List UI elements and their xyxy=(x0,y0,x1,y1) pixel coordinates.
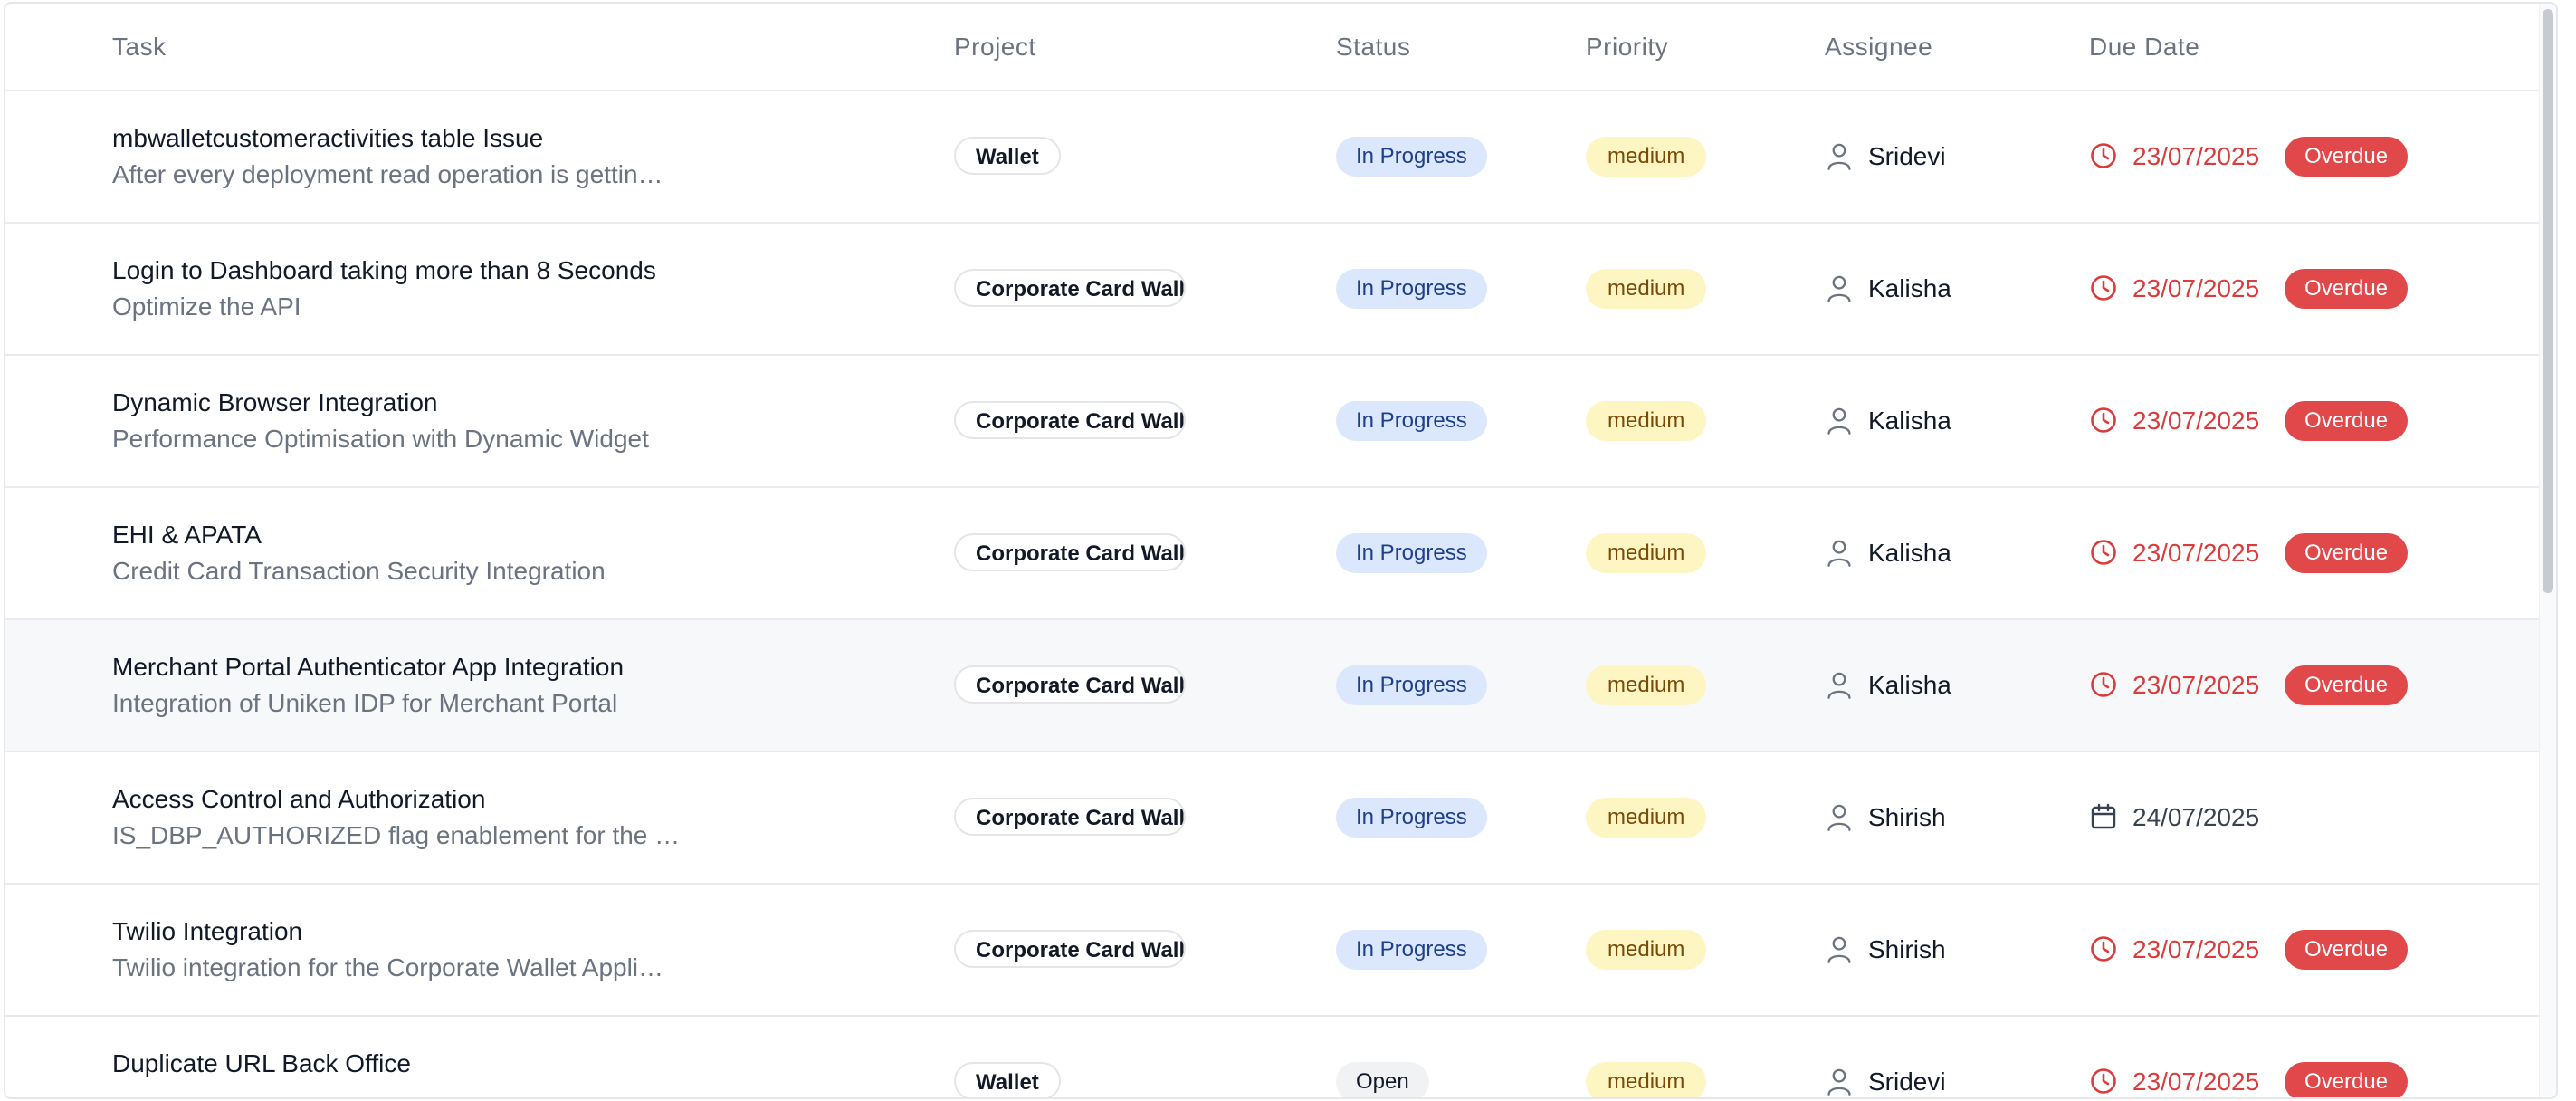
table-row[interactable]: Login to Dashboard taking more than 8 Se… xyxy=(5,224,2540,356)
user-icon xyxy=(1827,936,1851,963)
clock-icon xyxy=(2091,407,2116,433)
due-date: 23/07/2025 xyxy=(2132,539,2260,567)
table-row[interactable]: EHI & APATA Credit Card Transaction Secu… xyxy=(5,488,2540,620)
due-date: 24/07/2025 xyxy=(2132,803,2260,831)
project-tag: Corporate Card Wallet xyxy=(954,533,1186,571)
priority-badge: medium xyxy=(1586,533,1707,573)
column-header-assignee[interactable]: Assignee xyxy=(1825,33,1932,62)
scrollbar-thumb[interactable] xyxy=(2543,9,2553,593)
user-icon xyxy=(1827,407,1851,435)
overdue-badge: Overdue xyxy=(2285,665,2409,705)
column-header-priority[interactable]: Priority xyxy=(1586,33,1668,62)
status-badge: In Progress xyxy=(1336,930,1487,970)
assignee-name: Shirish xyxy=(1868,935,1946,963)
priority-badge: medium xyxy=(1586,137,1707,177)
project-tag: Corporate Card Wallet xyxy=(954,665,1186,704)
due-date: 23/07/2025 xyxy=(2132,407,2260,435)
priority-badge: medium xyxy=(1586,798,1707,838)
priority-badge: medium xyxy=(1586,665,1707,705)
status-badge: In Progress xyxy=(1336,665,1487,705)
clock-icon xyxy=(2091,143,2116,168)
overdue-badge: Overdue xyxy=(2285,533,2409,573)
clock-icon xyxy=(2091,275,2116,301)
task-description: Integration of Uniken IDP for Merchant P… xyxy=(112,689,618,717)
task-title[interactable]: EHI & APATA xyxy=(112,521,262,550)
status-badge: In Progress xyxy=(1336,269,1487,309)
overdue-badge: Overdue xyxy=(2285,401,2409,441)
due-date: 23/07/2025 xyxy=(2132,274,2260,302)
user-icon xyxy=(1827,804,1851,831)
project-tag: Corporate Card Wallet xyxy=(954,798,1186,836)
due-date: 23/07/2025 xyxy=(2132,671,2260,699)
clock-icon xyxy=(2091,1068,2116,1094)
status-badge: In Progress xyxy=(1336,798,1487,838)
priority-badge: medium xyxy=(1586,1062,1707,1097)
status-badge: In Progress xyxy=(1336,533,1487,573)
project-tag: Corporate Card Wallet xyxy=(954,269,1186,307)
table-row[interactable]: Dynamic Browser Integration Performance … xyxy=(5,356,2540,488)
task-table: Task Project Status Priority Assignee Du… xyxy=(5,4,2540,1097)
assignee-name: Kalisha xyxy=(1868,539,1951,567)
task-description: After every deployment read operation is… xyxy=(112,160,663,188)
user-icon xyxy=(1827,1068,1851,1096)
column-header-due-date[interactable]: Due Date xyxy=(2089,33,2199,62)
table-row[interactable]: Merchant Portal Authenticator App Integr… xyxy=(5,620,2540,752)
column-header-task[interactable]: Task xyxy=(112,33,167,62)
clock-icon xyxy=(2091,672,2116,697)
project-tag: Corporate Card Wallet xyxy=(954,930,1186,968)
assignee-name: Kalisha xyxy=(1868,274,1951,302)
assignee-name: Shirish xyxy=(1868,803,1946,831)
clock-icon xyxy=(2091,540,2116,565)
project-tag: Wallet xyxy=(954,1062,1061,1097)
task-title[interactable]: Duplicate URL Back Office xyxy=(112,1049,411,1078)
priority-badge: medium xyxy=(1586,930,1707,970)
overdue-badge: Overdue xyxy=(2285,269,2409,309)
assignee-name: Kalisha xyxy=(1868,407,1951,435)
table-row[interactable]: Duplicate URL Back Office Wallet Open me… xyxy=(5,1017,2540,1097)
status-badge: In Progress xyxy=(1336,137,1487,177)
project-tag: Corporate Card Wallet xyxy=(954,401,1186,439)
overdue-badge: Overdue xyxy=(2285,1062,2409,1097)
priority-badge: medium xyxy=(1586,269,1707,309)
due-date: 23/07/2025 xyxy=(2132,142,2260,170)
task-description: IS_DBP_AUTHORIZED flag enablement for th… xyxy=(112,821,681,849)
assignee-name: Kalisha xyxy=(1868,671,1951,699)
table-row[interactable]: Access Control and Authorization IS_DBP_… xyxy=(5,752,2540,885)
vertical-scrollbar[interactable] xyxy=(2539,4,2556,1097)
table-row[interactable]: mbwalletcustomeractivities table Issue A… xyxy=(5,91,2540,224)
task-description: Performance Optimisation with Dynamic Wi… xyxy=(112,425,649,453)
user-icon xyxy=(1827,275,1851,302)
assignee-name: Sridevi xyxy=(1868,1067,1946,1096)
user-icon xyxy=(1827,540,1851,567)
clock-icon xyxy=(2091,936,2116,962)
task-description: Optimize the API xyxy=(112,292,301,321)
table-header: Task Project Status Priority Assignee Du… xyxy=(5,4,2540,91)
user-icon xyxy=(1827,672,1851,699)
column-header-status[interactable]: Status xyxy=(1336,33,1410,62)
task-title[interactable]: Twilio Integration xyxy=(112,917,302,946)
status-badge: Open xyxy=(1336,1062,1429,1097)
calendar-icon xyxy=(2091,803,2116,829)
task-title[interactable]: Dynamic Browser Integration xyxy=(112,388,437,417)
task-title[interactable]: Login to Dashboard taking more than 8 Se… xyxy=(112,256,656,285)
user-icon xyxy=(1827,143,1851,170)
due-date: 23/07/2025 xyxy=(2132,1067,2260,1096)
assignee-name: Sridevi xyxy=(1868,142,1946,170)
task-description: Twilio integration for the Corporate Wal… xyxy=(112,953,664,981)
due-date: 23/07/2025 xyxy=(2132,935,2260,963)
task-title[interactable]: Merchant Portal Authenticator App Integr… xyxy=(112,653,624,682)
task-table-panel: Task Project Status Priority Assignee Du… xyxy=(4,2,2558,1099)
task-title[interactable]: Access Control and Authorization xyxy=(112,785,485,814)
status-badge: In Progress xyxy=(1336,401,1487,441)
project-tag: Wallet xyxy=(954,137,1061,175)
column-header-project[interactable]: Project xyxy=(954,33,1036,62)
overdue-badge: Overdue xyxy=(2285,137,2409,177)
task-description: Credit Card Transaction Security Integra… xyxy=(112,557,606,585)
priority-badge: medium xyxy=(1586,401,1707,441)
task-title[interactable]: mbwalletcustomeractivities table Issue xyxy=(112,124,543,153)
table-body: mbwalletcustomeractivities table Issue A… xyxy=(5,91,2540,1097)
overdue-badge: Overdue xyxy=(2285,930,2409,970)
table-row[interactable]: Twilio Integration Twilio integration fo… xyxy=(5,885,2540,1017)
